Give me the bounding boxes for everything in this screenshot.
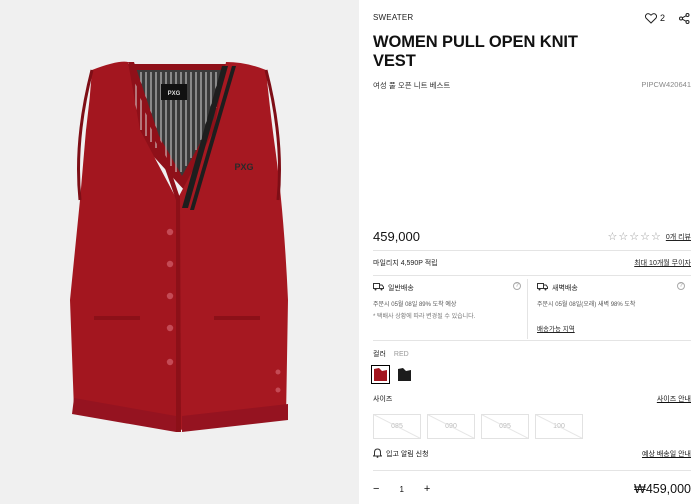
size-option[interactable]: 100 xyxy=(535,414,583,439)
dawn-shipping: 새벽배송 ? 주문시 05월 08일(오래) 새벽 98% 도착 배송가능 지역 xyxy=(527,279,691,339)
mileage-text: 마일리지 4,590P 적립 xyxy=(373,260,438,267)
color-label: 컬러 RED xyxy=(373,349,409,359)
shipping-info: 일반배송 ? 주문시 05월 08일 89% 도착 예상 * 택배사 상황에 따… xyxy=(373,279,691,339)
divider xyxy=(373,470,691,471)
size-guide-link[interactable]: 사이즈 안내 xyxy=(657,394,691,404)
delivery-area-link[interactable]: 배송가능 지역 xyxy=(537,323,575,333)
quantity-value[interactable]: 1 xyxy=(399,485,403,494)
size-option[interactable]: 095 xyxy=(481,414,529,439)
delivery-date-info-link[interactable]: 예상 배송일 안내 xyxy=(642,449,691,459)
dawn-shipping-head: 새벽배송 xyxy=(537,283,691,293)
help-icon[interactable]: ? xyxy=(513,282,521,290)
color-swatches xyxy=(371,365,412,384)
svg-text:PXG: PXG xyxy=(168,91,181,97)
divider xyxy=(373,250,691,251)
review-count-link[interactable]: 0개 리뷰 xyxy=(666,232,691,242)
installment-link[interactable]: 최대 10개월 무이자 xyxy=(634,258,691,268)
quantity-row: − 1 + ₩459,000 xyxy=(373,482,691,496)
product-image: PXG PXG xyxy=(70,61,288,432)
selected-color: RED xyxy=(393,351,409,358)
truck-icon xyxy=(373,283,384,293)
product-page: PXG PXG SWEATER 2 WOMEN PULL OPEN KNIT V… xyxy=(0,0,700,504)
product-code: PIPCW420641 xyxy=(641,80,691,89)
svg-text:PXG: PXG xyxy=(234,162,253,172)
quantity-increase-button[interactable]: + xyxy=(424,483,430,495)
standard-shipping-note: * 택배사 상황에 따라 변경될 수 있습니다. xyxy=(373,314,476,320)
standard-shipping: 일반배송 ? 주문시 05월 08일 89% 도착 예상 * 택배사 상황에 따… xyxy=(373,279,527,339)
share-icon[interactable] xyxy=(677,11,691,25)
star-rating-icon: ☆☆☆☆☆ xyxy=(607,231,662,243)
product-subtitle: 여성 풀 오픈 니트 베스트 xyxy=(373,81,451,90)
size-label: 사이즈 xyxy=(373,396,393,403)
rating: ☆☆☆☆☆ 0개 리뷰 xyxy=(608,230,691,243)
help-icon[interactable]: ? xyxy=(677,282,685,290)
restock-alert-button[interactable]: 입고 알림 신청 xyxy=(372,448,429,460)
color-swatch-red[interactable] xyxy=(371,365,390,384)
product-detail: SWEATER 2 WOMEN PULL OPEN KNIT VEST 여성 풀… xyxy=(371,0,691,504)
bell-icon xyxy=(372,448,383,460)
divider xyxy=(373,340,691,341)
heart-icon xyxy=(644,11,658,25)
size-row: 사이즈 사이즈 안내 xyxy=(373,394,691,404)
product-title: WOMEN PULL OPEN KNIT VEST xyxy=(373,33,578,70)
total-price: ₩459,000 xyxy=(634,482,691,496)
standard-shipping-estimate: 주문시 05월 08일 89% 도착 예상 xyxy=(373,302,457,308)
product-category: SWEATER xyxy=(373,13,414,22)
restock-row: 입고 알림 신청 예상 배송일 안내 xyxy=(372,448,691,460)
product-price: 459,000 xyxy=(373,229,420,244)
mileage-row: 마일리지 4,590P 적립 최대 10개월 무이자 xyxy=(373,258,691,268)
quantity-stepper: − 1 + xyxy=(373,483,430,495)
product-image-panel: PXG PXG xyxy=(0,0,359,504)
size-options: 085 090 095 100 xyxy=(373,414,583,439)
like-button[interactable]: 2 xyxy=(644,11,665,25)
dawn-shipping-title: 새벽배송 xyxy=(552,285,578,292)
standard-shipping-title: 일반배송 xyxy=(388,285,414,292)
size-option[interactable]: 085 xyxy=(373,414,421,439)
like-count: 2 xyxy=(659,13,665,23)
color-swatch-black[interactable] xyxy=(397,367,412,382)
size-option[interactable]: 090 xyxy=(427,414,475,439)
standard-shipping-head: 일반배송 xyxy=(373,283,527,293)
price-row: 459,000 ☆☆☆☆☆ 0개 리뷰 xyxy=(373,229,691,244)
restock-label: 입고 알림 신청 xyxy=(386,451,429,458)
dawn-shipping-estimate: 주문시 05월 08일(오래) 새벽 98% 도착 xyxy=(537,302,636,308)
quantity-decrease-button[interactable]: − xyxy=(373,483,379,495)
top-actions: 2 xyxy=(644,11,691,25)
color-label-text: 컬러 xyxy=(373,351,386,358)
subtitle-row: 여성 풀 오픈 니트 베스트 PIPCW420641 xyxy=(373,80,691,91)
moon-truck-icon xyxy=(537,283,548,293)
divider xyxy=(373,275,691,276)
